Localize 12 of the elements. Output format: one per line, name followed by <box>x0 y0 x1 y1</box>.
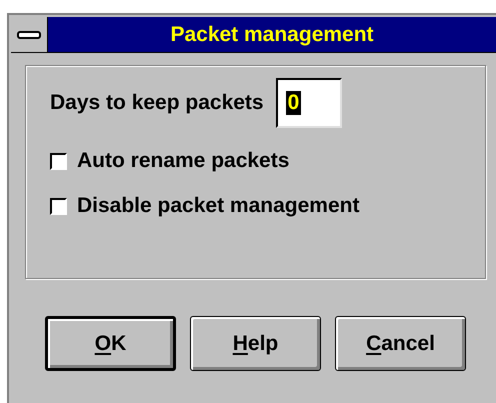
checkbox-label[interactable]: Auto rename packets <box>77 149 290 173</box>
field-value: 0 <box>286 91 302 115</box>
dash-icon <box>17 30 41 38</box>
checkbox[interactable] <box>50 198 67 214</box>
dialog-button[interactable]: OK <box>45 316 176 371</box>
window-title: Packet management <box>48 17 496 52</box>
dialog-button[interactable]: Cancel <box>335 316 466 371</box>
input-field[interactable]: 0 <box>276 78 342 128</box>
checkbox-label[interactable]: Disable packet management <box>77 194 360 218</box>
field-label: Days to keep packets <box>50 91 264 115</box>
dialog-button[interactable]: Help <box>190 316 321 371</box>
checkbox[interactable] <box>50 152 67 170</box>
